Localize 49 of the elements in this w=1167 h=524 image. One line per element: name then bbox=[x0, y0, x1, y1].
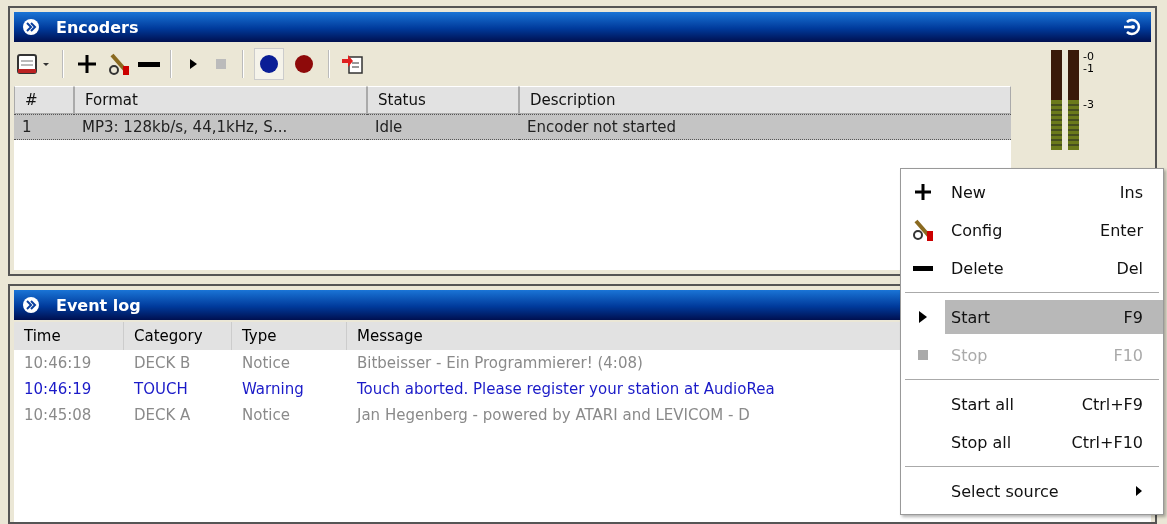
table-cell: 1 bbox=[14, 114, 74, 140]
panel-title: Event log bbox=[56, 295, 141, 315]
meter-bar-icon bbox=[1068, 50, 1079, 150]
table-cell-text: Touch aborted. Please register your station at AudioRea bbox=[356, 379, 776, 400]
menu-item[interactable]: Select source bbox=[945, 474, 1163, 508]
stop-icon bbox=[916, 348, 930, 362]
calendar-dropdown-icon[interactable] bbox=[16, 51, 52, 77]
tools-icon[interactable] bbox=[106, 51, 132, 77]
table-cell: MP3: 128kb/s, 44,1kHz, S... bbox=[74, 114, 367, 140]
column-header[interactable]: Category bbox=[124, 322, 232, 350]
table-cell-text: Jan Hegenberg - powered by ATARI and LEVICOM - D bbox=[355, 405, 751, 426]
panel-title: Encoders bbox=[56, 17, 139, 37]
table-cell: Idle bbox=[367, 114, 519, 140]
plus-icon bbox=[912, 181, 934, 203]
minus-icon bbox=[913, 265, 933, 271]
meter-bar-icon bbox=[1051, 50, 1062, 150]
menu-item[interactable]: Start F9 bbox=[945, 300, 1163, 334]
table-cell-text: Notice bbox=[241, 353, 291, 374]
expand-icon[interactable] bbox=[22, 296, 40, 314]
column-header[interactable]: Description bbox=[519, 86, 1011, 114]
table-cell-text: DECK B bbox=[133, 353, 192, 374]
tools-icon bbox=[911, 218, 935, 242]
table-cell-text: TOUCH bbox=[133, 379, 189, 400]
minus-icon[interactable] bbox=[138, 61, 160, 67]
power-icon[interactable] bbox=[1121, 16, 1143, 38]
column-header[interactable]: # bbox=[14, 86, 74, 114]
table-cell-text: 10:45:08 bbox=[23, 405, 93, 426]
menu-item[interactable]: Delete Del bbox=[945, 251, 1163, 285]
table-cell-text: DECK A bbox=[133, 405, 192, 426]
table-cell-text: Notice bbox=[241, 405, 291, 426]
column-header[interactable]: Status bbox=[367, 86, 519, 114]
menu-item[interactable]: Start all Ctrl+F9 bbox=[945, 387, 1163, 421]
column-header[interactable]: Time bbox=[14, 322, 124, 350]
table-cell-text: Warning bbox=[241, 379, 305, 400]
table-cell-text: Bitbeisser - Ein Programmierer! (4:08) bbox=[356, 353, 644, 374]
table-cell-text: 10:46:19 bbox=[23, 353, 93, 374]
table-cell-text: 10:46:19 bbox=[23, 379, 93, 400]
table-cell: Encoder not started bbox=[519, 114, 1011, 140]
column-header[interactable]: Format bbox=[74, 86, 367, 114]
menu-item[interactable]: Config Enter bbox=[945, 213, 1163, 247]
menu-item[interactable]: Stop all Ctrl+F10 bbox=[945, 425, 1163, 459]
meter-label: -3 bbox=[1083, 98, 1094, 111]
meter-label: -0 bbox=[1083, 50, 1094, 63]
submenu-arrow-icon bbox=[1135, 485, 1143, 497]
expand-icon[interactable] bbox=[22, 18, 40, 36]
record-icon[interactable] bbox=[254, 48, 284, 80]
column-header[interactable]: Type bbox=[232, 322, 347, 350]
menu-item[interactable]: New Ins bbox=[945, 175, 1163, 209]
meter-label: -1 bbox=[1083, 62, 1094, 75]
